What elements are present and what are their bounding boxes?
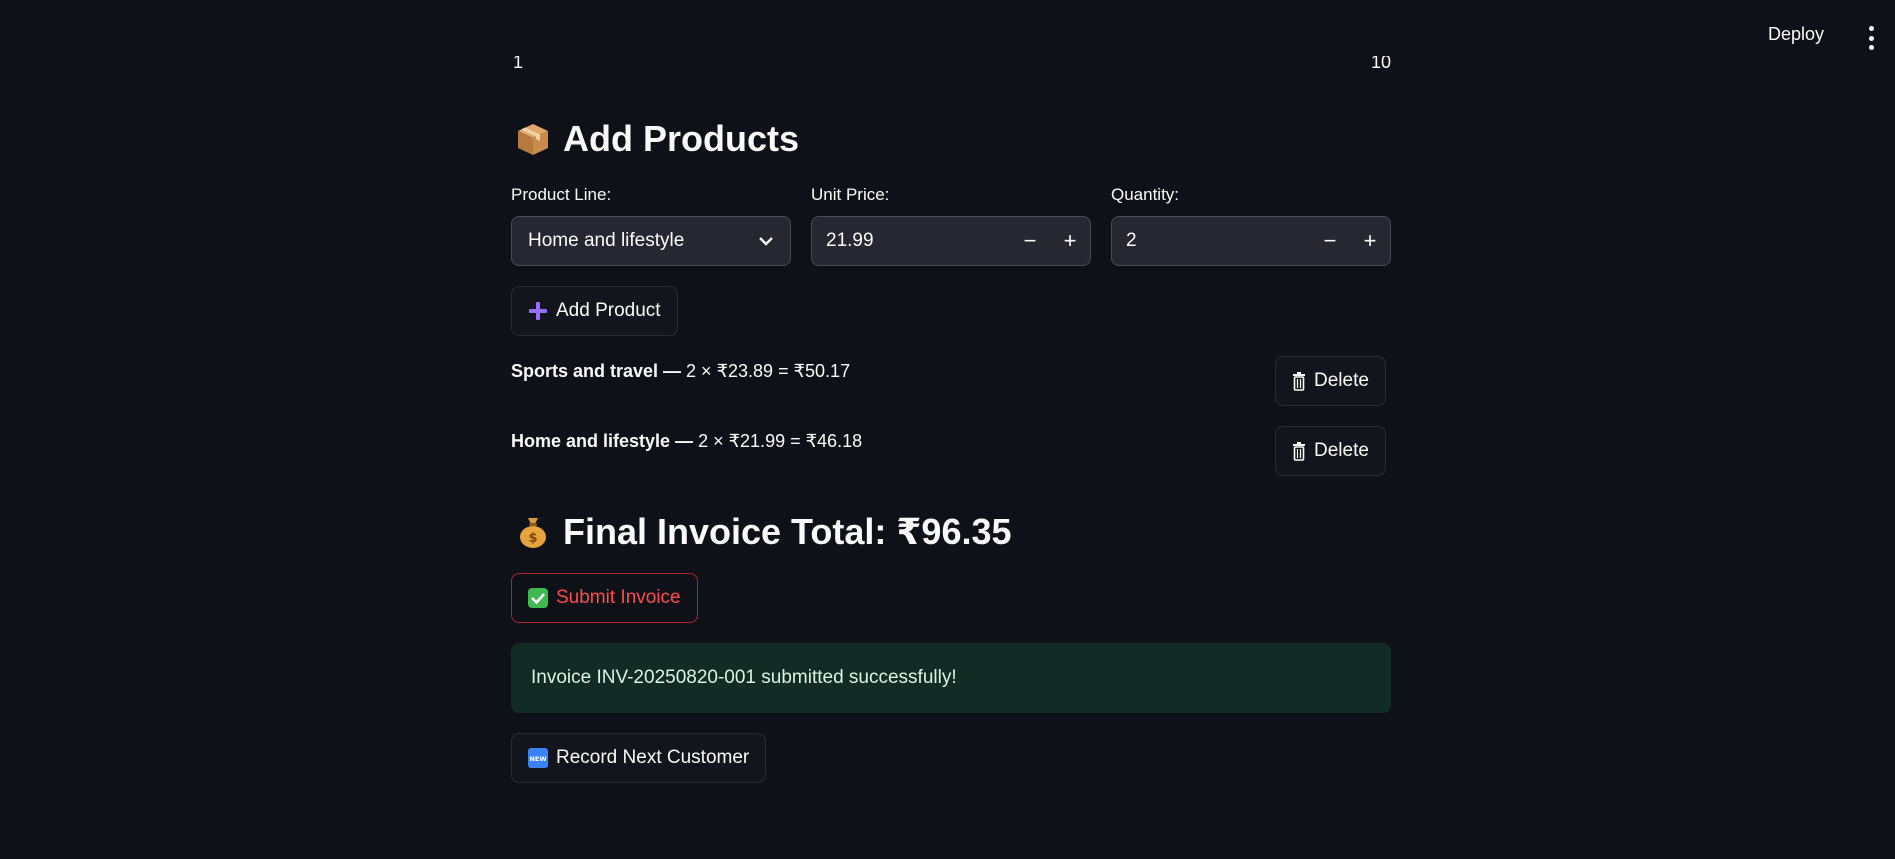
product-item-1-name: Sports and travel — (511, 361, 682, 381)
slider-max-label: 10 (1370, 56, 1391, 72)
delete-item-1-button[interactable]: Delete (1275, 356, 1386, 406)
quantity-input[interactable]: 2 − + (1111, 216, 1391, 266)
kebab-menu-icon[interactable] (1865, 26, 1877, 50)
delete-item-2-label: Delete (1314, 440, 1369, 461)
delete-item-1-label: Delete (1314, 370, 1369, 391)
success-alert: Invoice INV-20250820-001 submitted succe… (511, 643, 1391, 713)
package-icon (515, 121, 551, 157)
add-product-label: Add Product (556, 300, 661, 321)
add-products-heading: Add Products (515, 118, 799, 160)
quantity-decrement-button[interactable]: − (1310, 217, 1350, 265)
new-badge-icon: NEW (528, 748, 548, 768)
invoice-total-heading: $ Final Invoice Total: ₹96.35 (515, 511, 1012, 553)
product-line-select[interactable]: Home and lifestyle (511, 216, 791, 266)
money-bag-icon: $ (515, 514, 551, 550)
quantity-label: Quantity: (1111, 185, 1180, 204)
product-item-1: Sports and travel — 2 × ₹23.89 = ₹50.17 (511, 361, 850, 382)
product-item-2-name: Home and lifestyle — (511, 431, 694, 451)
quantity-increment-button[interactable]: + (1350, 217, 1390, 265)
invoice-total-text: Final Invoice Total: ₹96.35 (563, 511, 1012, 552)
slider-min-label: 1 (513, 56, 524, 72)
add-products-title: Add Products (563, 118, 800, 159)
product-line-value: Home and lifestyle (528, 230, 685, 251)
product-item-2: Home and lifestyle — 2 × ₹21.99 = ₹46.18 (511, 431, 862, 452)
unit-price-increment-button[interactable]: + (1050, 217, 1090, 265)
submit-invoice-button[interactable]: Submit Invoice (511, 573, 698, 623)
record-next-customer-label: Record Next Customer (556, 747, 750, 768)
chevron-down-icon (758, 230, 774, 252)
deploy-button[interactable]: Deploy (1768, 24, 1824, 45)
submit-invoice-label: Submit Invoice (556, 587, 681, 608)
check-mark-icon (528, 588, 548, 608)
unit-price-label: Unit Price: (811, 185, 890, 204)
trash-icon (1292, 371, 1306, 391)
success-message: Invoice INV-20250820-001 submitted succe… (531, 667, 957, 688)
slider-range-labels: 1 10 (511, 56, 1391, 78)
trash-icon (1292, 441, 1306, 461)
unit-price-input[interactable]: 21.99 − + (811, 216, 1091, 266)
delete-item-2-button[interactable]: Delete (1275, 426, 1386, 476)
add-product-button[interactable]: Add Product (511, 286, 678, 336)
product-item-2-calc: 2 × ₹21.99 = ₹46.18 (693, 431, 863, 451)
product-item-1-calc: 2 × ₹23.89 = ₹50.17 (681, 361, 851, 381)
unit-price-decrement-button[interactable]: − (1010, 217, 1050, 265)
plus-icon (528, 301, 548, 321)
svg-text:$: $ (528, 531, 537, 546)
svg-text:NEW: NEW (529, 755, 546, 763)
unit-price-value[interactable]: 21.99 (826, 230, 1010, 252)
quantity-value[interactable]: 2 (1126, 230, 1310, 252)
record-next-customer-button[interactable]: NEW Record Next Customer (511, 733, 767, 783)
product-line-label: Product Line: (511, 185, 612, 204)
